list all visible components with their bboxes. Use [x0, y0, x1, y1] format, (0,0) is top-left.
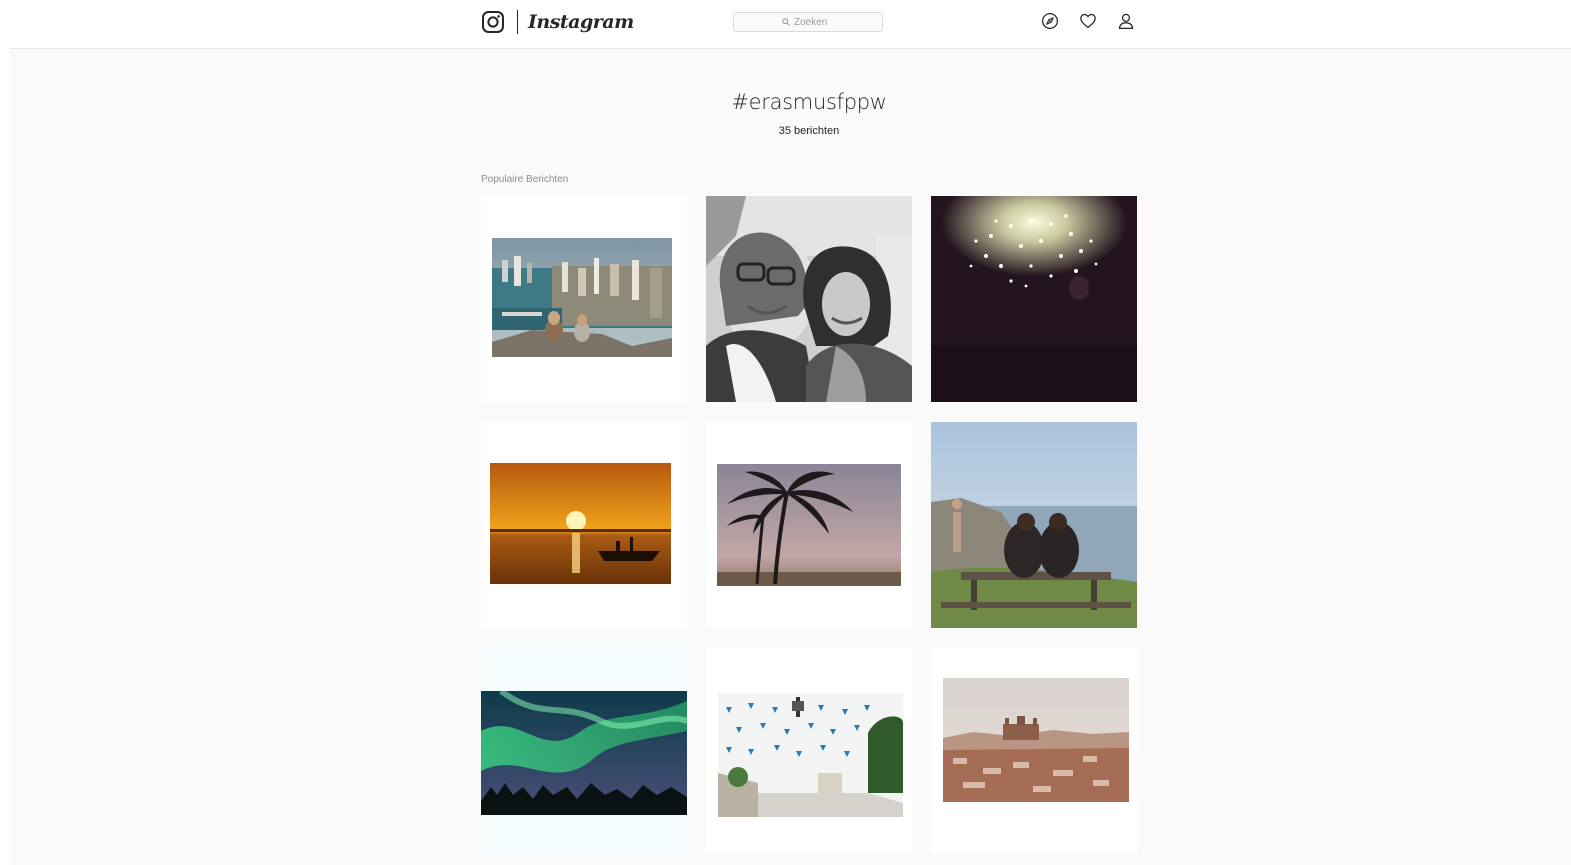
post-photo — [931, 196, 1137, 402]
post-photo — [943, 678, 1129, 802]
nav-icons — [1041, 12, 1135, 30]
heart-icon[interactable] — [1079, 12, 1097, 30]
post-photo — [490, 463, 671, 584]
instagram-wordmark[interactable]: Instagram — [528, 11, 634, 33]
post-photo — [706, 196, 912, 402]
post-photo — [717, 464, 901, 586]
post-thumbnail[interactable] — [481, 647, 687, 853]
post-photo — [931, 422, 1137, 628]
compass-icon[interactable] — [1041, 12, 1059, 30]
post-thumbnail[interactable] — [931, 647, 1137, 853]
instagram-app: Instagram #erasmusfppw — [9, 0, 1571, 865]
post-thumbnail[interactable] — [706, 422, 912, 628]
post-photo — [481, 691, 687, 815]
post-photo — [718, 693, 903, 817]
post-thumbnail[interactable] — [706, 196, 912, 402]
hashtag-header: #erasmusfppw 35 berichten — [9, 88, 1571, 137]
top-navigation-bar: Instagram — [9, 0, 1571, 49]
post-thumbnail[interactable] — [481, 196, 687, 402]
person-icon[interactable] — [1117, 12, 1135, 30]
instagram-camera-icon[interactable] — [481, 10, 505, 34]
post-thumbnail[interactable] — [706, 647, 912, 853]
post-thumbnail[interactable] — [931, 196, 1137, 402]
post-thumbnail[interactable] — [481, 422, 687, 628]
search-input[interactable] — [794, 16, 834, 28]
popular-posts-label: Populaire Berichten — [481, 174, 569, 185]
search-box[interactable] — [733, 12, 883, 32]
post-thumbnail[interactable] — [931, 422, 1137, 628]
post-count: 35 berichten — [778, 125, 840, 137]
brand-divider — [517, 10, 518, 34]
post-photo — [492, 238, 672, 357]
brand-home-link[interactable]: Instagram — [481, 8, 634, 36]
hashtag-title: #erasmusfppw — [731, 90, 887, 114]
search-icon — [782, 18, 790, 26]
